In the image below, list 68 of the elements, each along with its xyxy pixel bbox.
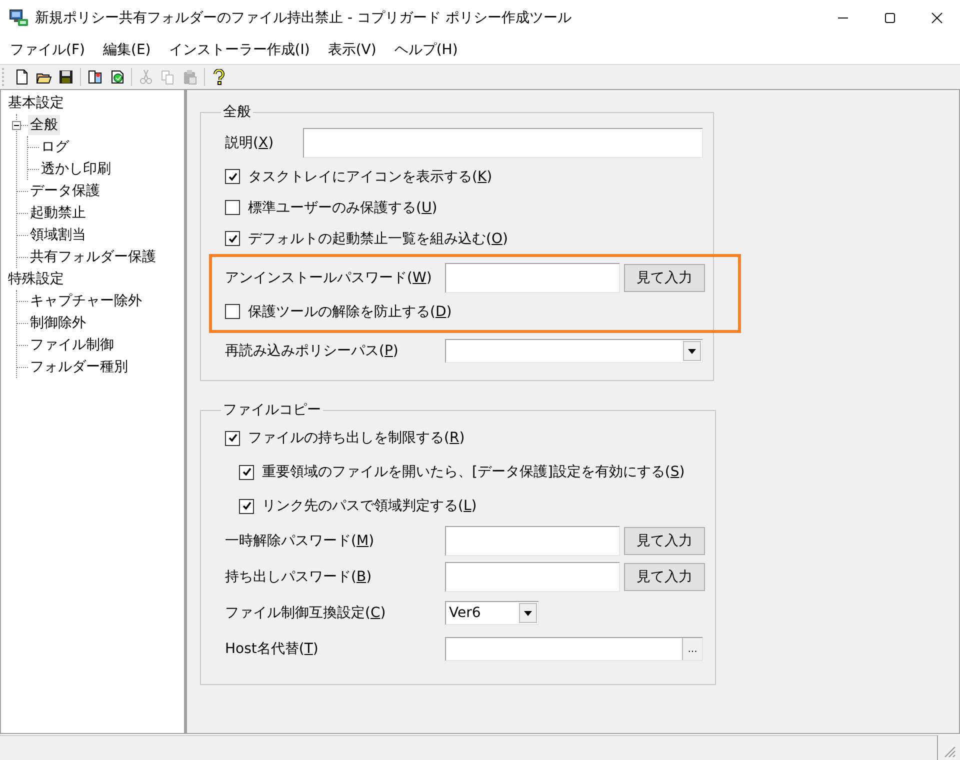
input-field[interactable]: [303, 128, 703, 158]
checkmark-icon: [228, 234, 238, 244]
documents-icon[interactable]: [87, 69, 103, 85]
group-title: 全般: [222, 103, 252, 121]
menu-item[interactable]: ファイル(F): [2, 41, 93, 59]
window-title: 新規ポリシー共有フォルダーのファイル持出禁止 - コプリガード ポリシー作成ツール: [35, 9, 572, 27]
checkbox-label: デフォルトの起動禁止一覧を組み込む(O): [248, 230, 508, 248]
tree-item[interactable]: 特殊設定: [6, 269, 66, 289]
browse-button[interactable]: ...: [682, 638, 702, 660]
document-check-icon[interactable]: [109, 69, 125, 85]
checkbox[interactable]: [225, 304, 240, 319]
field-label: 再読み込みポリシーパス(P): [225, 342, 400, 360]
tree-item[interactable]: ファイル制御: [28, 335, 116, 355]
checkbox-label: タスクトレイにアイコンを表示する(K): [248, 168, 492, 186]
checkbox-label: 標準ユーザーのみ保護する(U): [248, 198, 438, 216]
menu-item[interactable]: インストーラー作成(I): [160, 41, 318, 59]
menu-item[interactable]: ヘルプ(H): [386, 41, 466, 59]
field-label: 説明(X): [225, 134, 275, 152]
checkbox[interactable]: [239, 464, 254, 480]
checkmark-icon: [228, 433, 238, 443]
checkbox-label: 保護ツールの解除を防止する(D): [248, 302, 452, 320]
field-label: Host名代替(T): [225, 640, 320, 658]
new-file-icon[interactable]: [14, 69, 30, 85]
input-field[interactable]: ...: [445, 637, 703, 661]
checkbox[interactable]: [239, 498, 254, 514]
field-label: アンインストールパスワード(W): [225, 269, 433, 287]
checkbox[interactable]: [225, 231, 240, 246]
password-field[interactable]: [445, 263, 620, 293]
question-mark-icon[interactable]: [211, 69, 227, 85]
checkmark-icon: [228, 172, 238, 182]
dropdown-value: Ver6: [448, 605, 481, 621]
checkbox[interactable]: [225, 169, 240, 184]
resize-grip-icon[interactable]: [942, 744, 956, 758]
show-input-button[interactable]: 見て入力: [624, 264, 705, 292]
checkmark-icon: [242, 467, 252, 477]
field-label: ファイル制御互換設定(C): [225, 604, 387, 622]
tree-item[interactable]: 全般: [28, 115, 60, 135]
tree-item[interactable]: データ保護: [28, 181, 102, 201]
collapse-icon[interactable]: [12, 121, 21, 130]
group-title: ファイルコピー: [222, 401, 322, 419]
tree-item[interactable]: 起動禁止: [28, 203, 88, 223]
tree-item[interactable]: 基本設定: [6, 93, 66, 113]
checkbox-label: リンク先のパスで領域判定する(L): [262, 497, 477, 515]
tree-item[interactable]: ログ: [39, 137, 71, 157]
tree-item[interactable]: キャプチャー除外: [28, 291, 144, 311]
close-icon: [930, 12, 942, 24]
checkbox-label: ファイルの持ち出しを制限する(R): [248, 429, 465, 447]
checkmark-icon: [242, 501, 252, 511]
checkbox[interactable]: [225, 200, 240, 215]
tree-item[interactable]: 透かし印刷: [39, 159, 113, 179]
app-icon: [9, 8, 29, 28]
password-field[interactable]: [445, 562, 620, 592]
password-field[interactable]: [445, 526, 620, 556]
show-input-button[interactable]: 見て入力: [624, 563, 705, 591]
tree-item[interactable]: 制御除外: [28, 313, 88, 333]
menu-item[interactable]: 編集(E): [94, 41, 159, 59]
tree-item[interactable]: フォルダー種別: [28, 357, 130, 377]
maximize-icon: [884, 12, 896, 24]
checkbox-label: 重要領域のファイルを開いたら、[データ保護]設定を有効にする(S): [262, 463, 685, 481]
tree-item[interactable]: 共有フォルダー保護: [28, 247, 158, 267]
menu-item[interactable]: 表示(V): [320, 41, 384, 59]
show-input-button[interactable]: 見て入力: [624, 527, 705, 555]
field-label: 持ち出しパスワード(B): [225, 568, 373, 586]
checkbox[interactable]: [225, 430, 240, 446]
field-label: 一時解除パスワード(M): [225, 532, 376, 550]
version-dropdown[interactable]: Ver6: [445, 601, 539, 625]
dropdown-field[interactable]: [445, 339, 703, 363]
tree-item[interactable]: 領域割当: [28, 225, 88, 245]
